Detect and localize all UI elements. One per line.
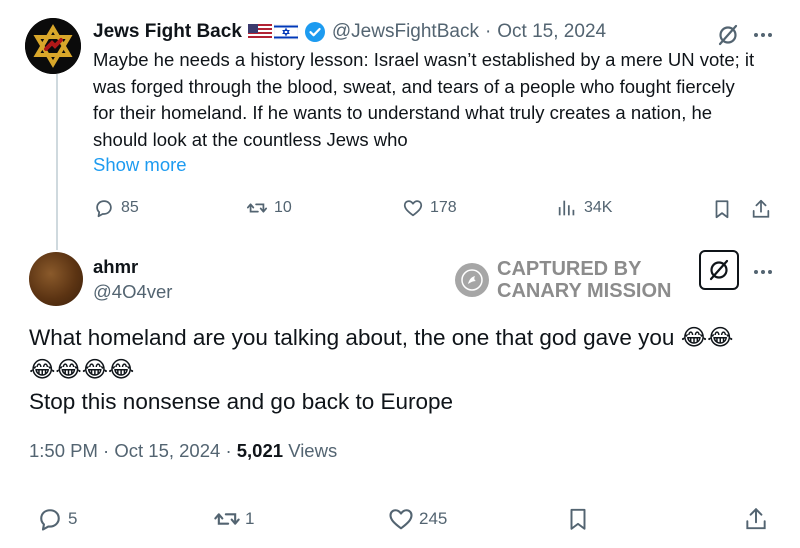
views-button[interactable]: 34K bbox=[556, 197, 612, 219]
meta-separator-2: · bbox=[225, 440, 232, 461]
reply-author-name[interactable]: ahmr bbox=[93, 256, 138, 278]
share-upload-icon bbox=[746, 508, 766, 530]
parent-tweet-text: Maybe he needs a history lesson: Israel … bbox=[93, 49, 755, 150]
reply-bubble-icon bbox=[40, 509, 60, 531]
share-upload-icon bbox=[752, 199, 770, 218]
reply-repost-count: 1 bbox=[245, 509, 255, 528]
bookmark-icon bbox=[715, 200, 729, 219]
flag-israel-icon bbox=[273, 24, 298, 40]
repost-icon bbox=[246, 203, 268, 213]
more-options-icon[interactable] bbox=[750, 22, 776, 48]
canary-mission-watermark: CAPTURED BY CANARY MISSION bbox=[455, 258, 671, 302]
watermark-line-2: CANARY MISSION bbox=[497, 280, 672, 302]
repost-count: 10 bbox=[274, 199, 292, 216]
reply-date[interactable]: Oct 15, 2024 bbox=[114, 440, 220, 461]
heart-icon bbox=[403, 200, 423, 217]
ellipsis-icon bbox=[754, 270, 772, 274]
thread-connector-line bbox=[56, 74, 58, 250]
grok-slash-icon bbox=[709, 259, 729, 281]
show-more-link[interactable]: Show more bbox=[93, 154, 187, 176]
tweet-date[interactable]: Oct 15, 2024 bbox=[497, 21, 606, 43]
heart-icon bbox=[389, 509, 413, 530]
grok-slash-icon bbox=[718, 24, 738, 46]
reply-text-line-2: 😂😂😂😂 bbox=[29, 357, 135, 382]
repost-icon bbox=[214, 513, 240, 525]
canary-bird-icon bbox=[455, 263, 489, 297]
reply-button[interactable]: 85 bbox=[93, 197, 139, 219]
repost-button[interactable]: 10 bbox=[246, 197, 292, 219]
verified-badge-icon bbox=[304, 22, 325, 42]
reply-bookmark-button[interactable] bbox=[564, 505, 592, 533]
reply-time[interactable]: 1:50 PM bbox=[29, 440, 98, 461]
author-flags bbox=[247, 24, 298, 40]
reply-share-button[interactable] bbox=[742, 505, 770, 533]
reply-views-count: 5,021 bbox=[236, 440, 284, 461]
like-button[interactable]: 178 bbox=[402, 197, 457, 219]
parent-tweet-header: Jews Fight Back @JewsFightBack · Oct 15,… bbox=[93, 19, 606, 45]
bookmark-icon bbox=[570, 508, 586, 530]
reply-reply-count: 5 bbox=[68, 509, 78, 528]
watermark-line-1: CAPTURED BY bbox=[497, 258, 642, 280]
reply-count: 85 bbox=[121, 199, 139, 216]
reply-metadata: 1:50 PM · Oct 15, 2024 · 5,021 Views bbox=[29, 440, 337, 462]
reply-like-button[interactable]: 245 bbox=[387, 505, 447, 533]
reply-like-count: 245 bbox=[419, 509, 448, 528]
avatar-ahmr[interactable] bbox=[29, 252, 83, 306]
star-of-david-logo-icon bbox=[25, 18, 81, 74]
avatar-jews-fight-back[interactable] bbox=[25, 18, 81, 74]
reply-text-line-1: What homeland are you talking about, the… bbox=[29, 325, 734, 350]
ellipsis-icon bbox=[754, 33, 772, 37]
share-button[interactable] bbox=[749, 197, 773, 221]
author-name[interactable]: Jews Fight Back bbox=[93, 21, 242, 43]
reply-text-line-3: Stop this nonsense and go back to Europe bbox=[29, 389, 454, 414]
reply-bubble-icon bbox=[96, 200, 112, 218]
like-count: 178 bbox=[430, 199, 457, 216]
grok-icon-boxed[interactable] bbox=[699, 250, 739, 290]
header-separator: · bbox=[484, 21, 492, 42]
reply-tweet-text: What homeland are you talking about, the… bbox=[29, 322, 774, 418]
reply-author-handle[interactable]: @4O4ver bbox=[93, 281, 172, 303]
reply-reply-button[interactable]: 5 bbox=[36, 505, 77, 533]
reply-repost-button[interactable]: 1 bbox=[213, 505, 254, 533]
grok-icon[interactable] bbox=[715, 22, 741, 48]
views-count: 34K bbox=[584, 199, 613, 216]
meta-separator-1: · bbox=[103, 440, 110, 461]
reply-more-options-icon[interactable] bbox=[750, 259, 776, 285]
bookmark-button[interactable] bbox=[710, 197, 734, 221]
author-handle[interactable]: @JewsFightBack bbox=[332, 21, 479, 43]
flag-us-icon bbox=[247, 24, 272, 40]
reply-views-label: Views bbox=[288, 440, 338, 461]
views-chart-icon bbox=[558, 200, 575, 216]
